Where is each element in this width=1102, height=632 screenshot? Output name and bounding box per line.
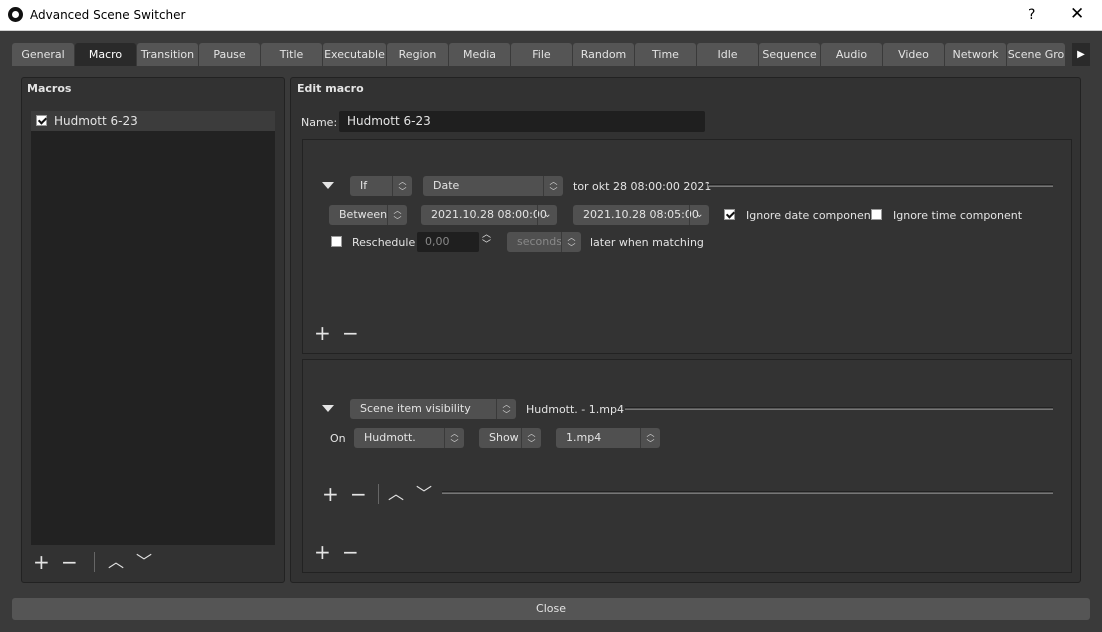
edit-macro-panel: Edit macro Name: Hudmott 6-23 If ︿ ﹀ Date ︿… xyxy=(290,77,1081,583)
action-summary: Hudmott. - 1.mp4 xyxy=(526,403,624,416)
macro-list[interactable]: Hudmott 6-23 xyxy=(31,111,275,545)
close-button[interactable]: Close xyxy=(12,598,1090,620)
divider xyxy=(625,407,1053,410)
tab-video[interactable]: Video xyxy=(883,43,944,66)
ignore-time-label: Ignore time component xyxy=(893,209,1023,222)
conditions-section: If ︿ ﹀ Date ︿ ﹀ tor okt 28 08:00:00 2021 Bet… xyxy=(302,139,1072,354)
remove-action-section-button[interactable]: − xyxy=(342,542,359,562)
tab-region[interactable]: Region xyxy=(387,43,448,66)
tab-file[interactable]: File xyxy=(511,43,572,66)
spin-arrows-icon: ︿ ﹀ xyxy=(543,176,563,196)
move-action-down-button[interactable]: ﹀ xyxy=(416,484,432,504)
macros-panel: Macros Hudmott 6-23 + − ︿ ﹀ xyxy=(21,77,285,583)
remove-condition-button[interactable]: − xyxy=(342,323,359,343)
list-item[interactable]: Hudmott 6-23 xyxy=(31,111,275,131)
edit-panel-title: Edit macro xyxy=(297,82,364,95)
divider xyxy=(708,184,1053,187)
divider xyxy=(94,552,95,572)
condition-type-select[interactable]: Date ︿ ﹀ xyxy=(423,176,563,196)
macro-name: Hudmott 6-23 xyxy=(54,114,138,128)
remove-macro-button[interactable]: − xyxy=(61,552,78,572)
tab-random[interactable]: Random xyxy=(573,43,634,66)
tab-media[interactable]: Media xyxy=(449,43,510,66)
collapse-condition-icon[interactable] xyxy=(322,182,334,189)
add-condition-button[interactable]: + xyxy=(314,323,331,343)
spin-arrows-icon: ︿ ﹀ xyxy=(561,232,581,252)
tab-scroll-right-button[interactable]: ▶ xyxy=(1072,43,1090,66)
actions-section: Scene item visibility ︿ ﹀ Hudmott. - 1.mp4… xyxy=(302,359,1072,573)
date-start-input[interactable]: 2021.10.28 08:00:00 ⌄ xyxy=(421,205,557,225)
tab-pause[interactable]: Pause xyxy=(199,43,260,66)
spin-arrows-icon: ︿ ﹀ xyxy=(521,428,541,448)
divider xyxy=(378,484,379,504)
tab-sequence[interactable]: Sequence xyxy=(759,43,820,66)
macros-panel-title: Macros xyxy=(27,82,72,95)
chevron-down-icon: ⌄ xyxy=(537,205,557,225)
tab-general[interactable]: General xyxy=(12,43,74,66)
remove-action-button[interactable]: − xyxy=(350,484,367,504)
reschedule-label: Reschedule xyxy=(352,236,416,249)
date-mode-select[interactable]: Between ︿ ﹀ xyxy=(329,205,407,225)
scene-item-select[interactable]: 1.mp4 ︿ ﹀ xyxy=(556,428,660,448)
condition-summary: tor okt 28 08:00:00 2021 xyxy=(573,180,712,193)
spin-arrows-icon: ︿ ﹀ xyxy=(444,428,464,448)
tab-scene-gro[interactable]: Scene Gro xyxy=(1007,43,1065,66)
title-bar: Advanced Scene Switcher ? ✕ xyxy=(0,0,1102,31)
help-button[interactable]: ? xyxy=(1028,7,1035,23)
add-macro-button[interactable]: + xyxy=(33,552,50,572)
ignore-date-label: Ignore date component xyxy=(746,209,876,222)
move-down-button[interactable]: ﹀ xyxy=(136,552,152,572)
tab-transition[interactable]: Transition xyxy=(137,43,198,66)
on-label: On xyxy=(330,432,346,445)
ignore-date-checkbox[interactable] xyxy=(724,209,735,220)
macro-name-input[interactable]: Hudmott 6-23 xyxy=(339,111,705,132)
tab-executable[interactable]: Executable xyxy=(323,43,386,66)
date-end-input[interactable]: 2021.10.28 08:05:00 ⌄ xyxy=(573,205,709,225)
reschedule-spin-icon[interactable]: ︿ ﹀ xyxy=(482,230,491,250)
action-type-select[interactable]: Scene item visibility ︿ ﹀ xyxy=(350,399,516,419)
spin-arrows-icon: ︿ ﹀ xyxy=(496,399,516,419)
name-label: Name: xyxy=(301,116,338,129)
scene-select[interactable]: Hudmott. ︿ ﹀ xyxy=(354,428,464,448)
visibility-select[interactable]: Show ︿ ﹀ xyxy=(479,428,541,448)
tab-idle[interactable]: Idle xyxy=(697,43,758,66)
spin-arrows-icon: ︿ ﹀ xyxy=(640,428,660,448)
spin-arrows-icon: ︿ ﹀ xyxy=(392,176,412,196)
window-title: Advanced Scene Switcher xyxy=(30,8,186,22)
tab-network[interactable]: Network xyxy=(945,43,1006,66)
tab-audio[interactable]: Audio xyxy=(821,43,882,66)
reschedule-checkbox[interactable] xyxy=(331,236,342,247)
collapse-action-icon[interactable] xyxy=(322,405,334,412)
divider xyxy=(442,491,1053,494)
obs-logo-icon xyxy=(8,7,23,22)
tab-title[interactable]: Title xyxy=(261,43,322,66)
move-action-up-button[interactable]: ︿ xyxy=(388,484,404,504)
tab-macro[interactable]: Macro xyxy=(75,43,136,66)
add-action-section-button[interactable]: + xyxy=(314,542,331,562)
macro-enabled-checkbox[interactable] xyxy=(36,115,47,126)
chevron-down-icon: ⌄ xyxy=(689,205,709,225)
close-window-button[interactable]: ✕ xyxy=(1070,4,1084,24)
condition-logic-select[interactable]: If ︿ ﹀ xyxy=(350,176,412,196)
reschedule-suffix: later when matching xyxy=(590,236,704,249)
add-action-button[interactable]: + xyxy=(322,484,339,504)
spin-arrows-icon: ︿ ﹀ xyxy=(387,205,407,225)
ignore-time-checkbox[interactable] xyxy=(871,209,882,220)
tab-time[interactable]: Time xyxy=(635,43,696,66)
reschedule-value-input[interactable]: 0,00 xyxy=(417,232,479,252)
move-up-button[interactable]: ︿ xyxy=(108,552,124,572)
reschedule-unit-select[interactable]: seconds ︿ ﹀ xyxy=(507,232,581,252)
